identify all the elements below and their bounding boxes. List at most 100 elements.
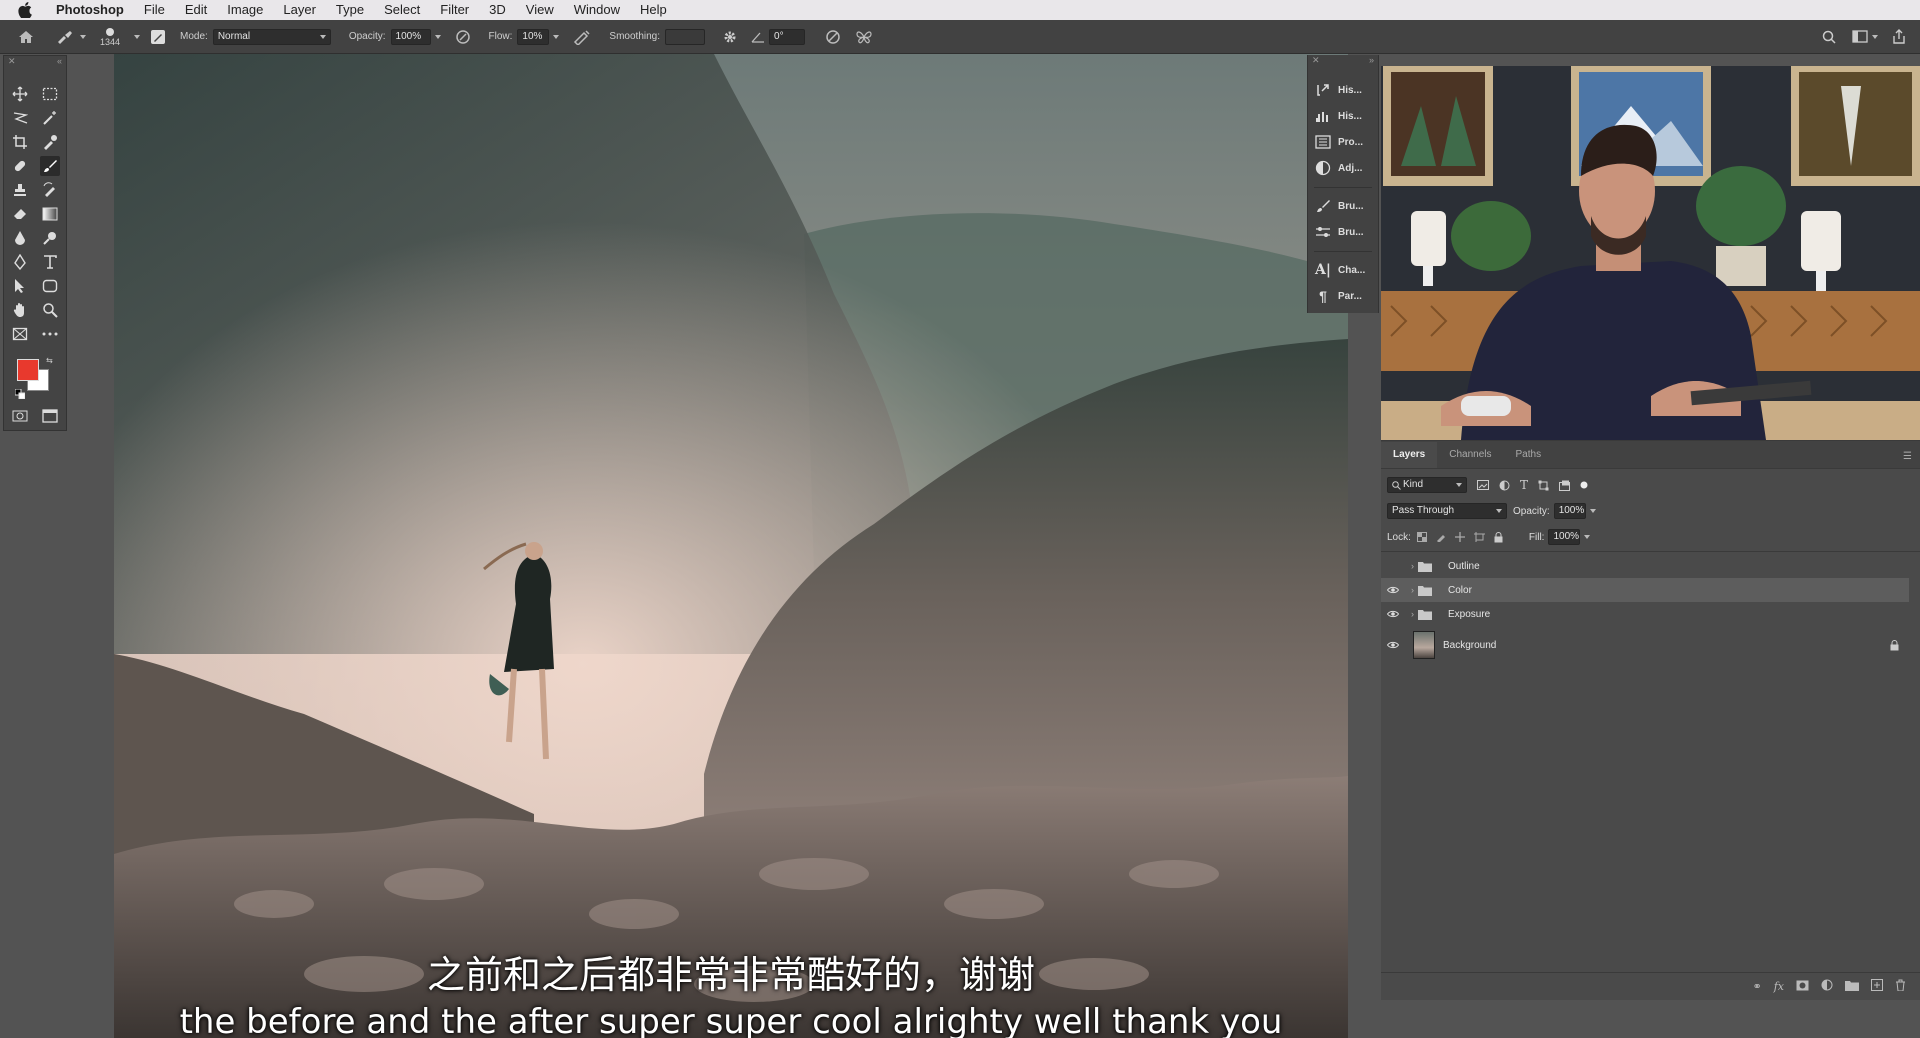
smoothing-input[interactable] bbox=[665, 28, 706, 45]
menu-select[interactable]: Select bbox=[374, 0, 430, 20]
symmetry-butterfly-icon[interactable] bbox=[855, 29, 873, 45]
new-group-icon[interactable] bbox=[1845, 980, 1859, 994]
filter-toggle-icon[interactable] bbox=[1580, 481, 1588, 489]
airbrush-icon[interactable] bbox=[573, 29, 591, 45]
add-mask-icon[interactable] bbox=[1796, 980, 1809, 994]
lock-all-icon[interactable] bbox=[1494, 531, 1503, 543]
flow-input[interactable]: 10% bbox=[517, 28, 550, 45]
dock-histogram-panel[interactable]: His... bbox=[1312, 105, 1374, 127]
menu-3d[interactable]: 3D bbox=[479, 0, 516, 20]
menu-filter[interactable]: Filter bbox=[430, 0, 479, 20]
new-layer-icon[interactable] bbox=[1871, 979, 1883, 994]
magic-wand-tool-icon[interactable] bbox=[40, 108, 60, 128]
blur-tool-icon[interactable] bbox=[10, 228, 30, 248]
dock-history-panel[interactable]: His... bbox=[1312, 79, 1374, 101]
lock-transparent-pixels-icon[interactable] bbox=[1416, 532, 1427, 542]
dock-properties-panel[interactable]: Pro... bbox=[1312, 131, 1374, 153]
path-selection-tool-icon[interactable] bbox=[10, 276, 30, 296]
tab-paths[interactable]: Paths bbox=[1504, 442, 1554, 468]
panel-menu-icon[interactable]: ☰ bbox=[1903, 451, 1912, 462]
move-tool-icon[interactable] bbox=[10, 84, 30, 104]
gradient-tool-icon[interactable] bbox=[40, 204, 60, 224]
brush-tool-preset-icon[interactable] bbox=[56, 30, 86, 44]
expand-group-chevron-icon[interactable]: › bbox=[1411, 609, 1414, 619]
mode-select[interactable]: Normal bbox=[212, 28, 331, 45]
lock-artboard-icon[interactable] bbox=[1473, 532, 1485, 542]
menu-window[interactable]: Window bbox=[564, 0, 630, 20]
apple-icon[interactable] bbox=[18, 2, 36, 19]
dodge-tool-icon[interactable] bbox=[40, 228, 60, 248]
lasso-tool-icon[interactable] bbox=[10, 108, 30, 128]
marquee-tool-icon[interactable] bbox=[40, 84, 60, 104]
filter-pixel-icon[interactable] bbox=[1477, 480, 1489, 490]
expand-dock-icon[interactable]: » bbox=[1369, 55, 1374, 67]
brush-size-chevron-icon[interactable] bbox=[134, 34, 141, 39]
brush-tool-icon[interactable] bbox=[40, 156, 60, 176]
angle-input[interactable]: 0° bbox=[769, 28, 806, 45]
filter-adjustment-icon[interactable] bbox=[1499, 480, 1510, 491]
expand-group-chevron-icon[interactable]: › bbox=[1411, 585, 1414, 595]
smoothing-settings-gear-icon[interactable] bbox=[723, 30, 737, 44]
layer-row-exposure[interactable]: › Exposure bbox=[1381, 602, 1909, 626]
opacity-chevron-icon[interactable] bbox=[434, 34, 441, 39]
menu-type[interactable]: Type bbox=[326, 0, 374, 20]
share-icon[interactable] bbox=[1892, 29, 1906, 44]
hand-tool-icon[interactable] bbox=[10, 300, 30, 320]
opacity-input[interactable]: 100% bbox=[390, 28, 431, 45]
close-dock-icon[interactable]: ✕ bbox=[1312, 55, 1320, 67]
foreground-color-swatch[interactable] bbox=[17, 359, 39, 381]
more-tools-icon[interactable] bbox=[40, 324, 60, 344]
menu-image[interactable]: Image bbox=[217, 0, 273, 20]
menu-help[interactable]: Help bbox=[630, 0, 677, 20]
workspace-switcher-icon[interactable] bbox=[1852, 30, 1878, 43]
default-colors-icon[interactable] bbox=[14, 388, 26, 400]
search-icon[interactable] bbox=[1822, 30, 1836, 44]
dock-adjustments-panel[interactable]: Adj... bbox=[1312, 157, 1374, 179]
brush-size-picker[interactable]: 1344 bbox=[100, 27, 120, 47]
fill-chevron-icon[interactable] bbox=[1584, 535, 1591, 539]
home-icon[interactable] bbox=[18, 30, 34, 44]
lock-image-pixels-icon[interactable] bbox=[1436, 532, 1446, 542]
new-adjustment-layer-icon[interactable] bbox=[1821, 979, 1833, 994]
healing-brush-tool-icon[interactable] bbox=[10, 156, 30, 176]
pressure-opacity-icon[interactable] bbox=[455, 29, 471, 45]
type-tool-icon[interactable] bbox=[40, 252, 60, 272]
menu-view[interactable]: View bbox=[516, 0, 564, 20]
menu-file[interactable]: File bbox=[134, 0, 175, 20]
pressure-size-icon[interactable] bbox=[825, 29, 841, 45]
lock-position-icon[interactable] bbox=[1454, 532, 1465, 542]
filter-shape-icon[interactable] bbox=[1538, 480, 1549, 491]
quick-mask-icon[interactable] bbox=[10, 406, 30, 426]
expand-group-chevron-icon[interactable]: › bbox=[1411, 561, 1414, 571]
link-layers-icon[interactable]: ⚭ bbox=[1753, 980, 1762, 993]
brush-settings-toggle-icon[interactable] bbox=[150, 29, 166, 45]
dock-paragraph-panel[interactable]: ¶ Par... bbox=[1312, 285, 1374, 307]
eye-icon[interactable] bbox=[1381, 641, 1405, 649]
filter-type-icon[interactable]: T bbox=[1520, 478, 1528, 492]
frame-tool-icon[interactable] bbox=[10, 324, 30, 344]
blend-mode-select[interactable]: Pass Through bbox=[1387, 503, 1507, 519]
zoom-tool-icon[interactable] bbox=[40, 300, 60, 320]
fill-input[interactable]: 100% bbox=[1548, 529, 1581, 545]
menu-edit[interactable]: Edit bbox=[175, 0, 217, 20]
shape-tool-icon[interactable] bbox=[40, 276, 60, 296]
flow-chevron-icon[interactable] bbox=[553, 34, 560, 39]
dock-character-panel[interactable]: A| Cha... bbox=[1312, 259, 1374, 281]
eyedropper-tool-icon[interactable] bbox=[40, 132, 60, 152]
clone-stamp-tool-icon[interactable] bbox=[10, 180, 30, 200]
eraser-tool-icon[interactable] bbox=[10, 204, 30, 224]
menu-layer[interactable]: Layer bbox=[273, 0, 326, 20]
visibility-toggle-empty[interactable] bbox=[1381, 561, 1405, 571]
filter-smart-object-icon[interactable] bbox=[1559, 480, 1571, 491]
layer-row-outline[interactable]: › Outline bbox=[1381, 554, 1909, 578]
screen-mode-icon[interactable] bbox=[40, 406, 60, 426]
history-brush-tool-icon[interactable] bbox=[40, 180, 60, 200]
layer-row-color[interactable]: › Color bbox=[1381, 578, 1909, 602]
tab-channels[interactable]: Channels bbox=[1437, 442, 1503, 468]
layer-filter-kind-select[interactable]: Kind bbox=[1387, 477, 1467, 493]
document-canvas[interactable] bbox=[114, 54, 1348, 1038]
menu-app-name[interactable]: Photoshop bbox=[46, 0, 134, 20]
layer-opacity-input[interactable]: 100% bbox=[1553, 503, 1586, 519]
tab-layers[interactable]: Layers bbox=[1381, 442, 1438, 468]
crop-tool-icon[interactable] bbox=[10, 132, 30, 152]
